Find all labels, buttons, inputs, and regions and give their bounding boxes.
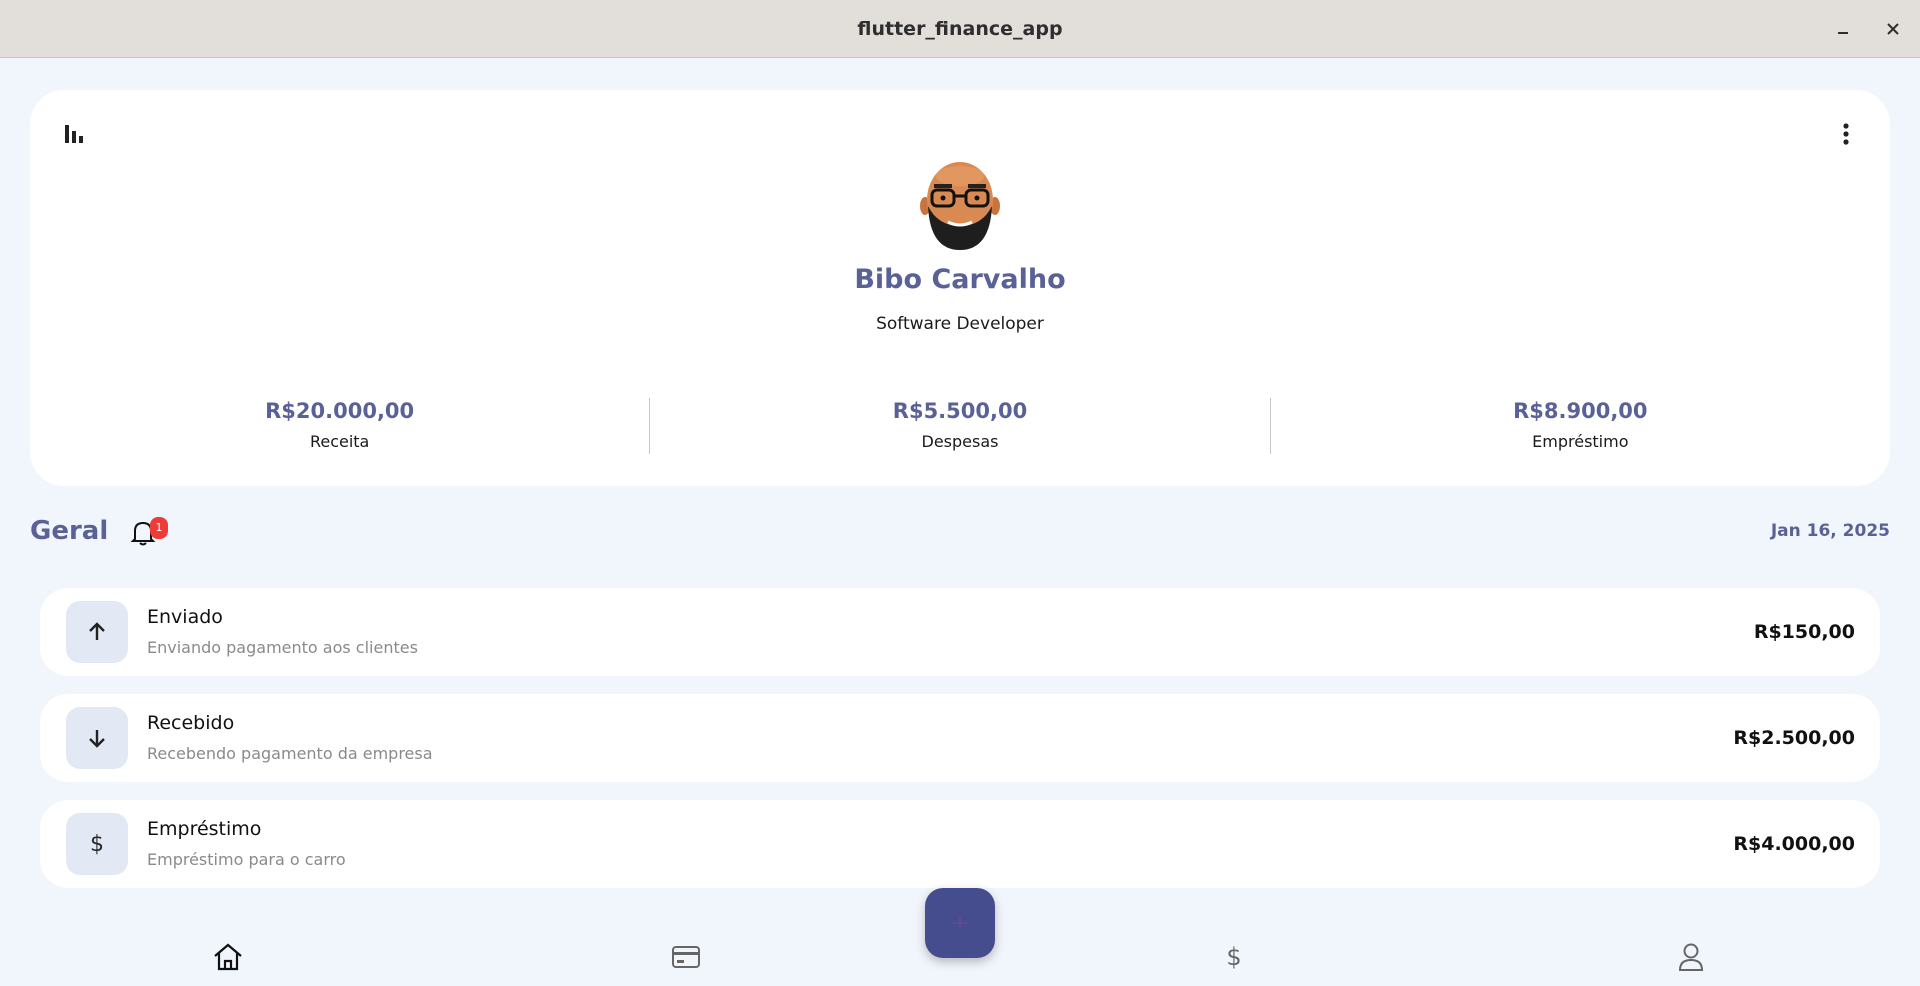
stat-value: R$5.500,00	[892, 399, 1028, 423]
nav-cards[interactable]	[666, 937, 706, 977]
transaction-amount: R$2.500,00	[1733, 727, 1855, 749]
plus-icon	[953, 916, 967, 930]
transaction-title: Recebido	[147, 712, 235, 734]
chart-button[interactable]	[56, 116, 92, 152]
close-button[interactable]	[1878, 14, 1908, 44]
app-body: Bibo Carvalho Software Developer R$20.00…	[0, 59, 1920, 986]
home-icon	[214, 943, 242, 971]
person-icon	[1678, 943, 1704, 971]
stats-row: R$20.000,00 Receita R$5.500,00 Despesas …	[30, 398, 1890, 454]
dollar-icon: $	[1226, 943, 1242, 971]
transaction-amount: R$4.000,00	[1733, 833, 1855, 855]
arrow-down-icon	[66, 707, 128, 769]
transaction-description: Recebendo pagamento da empresa	[147, 744, 433, 763]
close-icon	[1887, 23, 1899, 35]
dollar-icon: $	[66, 813, 128, 875]
card-icon	[672, 946, 700, 968]
notification-badge: 1	[150, 517, 168, 539]
nav-home[interactable]	[208, 937, 248, 977]
bar-chart-icon	[65, 125, 83, 143]
more-options-button[interactable]	[1828, 116, 1864, 152]
user-role: Software Developer	[876, 314, 1044, 334]
minimize-button[interactable]	[1828, 14, 1858, 44]
transaction-title: Enviado	[147, 606, 223, 628]
avatar	[920, 162, 1000, 250]
section-title: Geral	[30, 516, 109, 546]
transaction-title: Empréstimo	[147, 818, 262, 840]
more-vert-icon	[1843, 123, 1849, 145]
transaction-amount: R$150,00	[1753, 621, 1855, 643]
window-titlebar: flutter_finance_app	[0, 0, 1920, 58]
transaction-row[interactable]: $ Empréstimo Empréstimo para o carro R$4…	[40, 800, 1880, 888]
stat-label: Empréstimo	[1532, 432, 1629, 451]
stat-value: R$20.000,00	[265, 399, 415, 423]
profile-card: Bibo Carvalho Software Developer R$20.00…	[30, 90, 1890, 486]
window-title: flutter_finance_app	[857, 17, 1063, 40]
stat-label: Receita	[309, 432, 370, 451]
nav-profile[interactable]	[1671, 937, 1711, 977]
minimize-icon	[1838, 32, 1848, 34]
stat-loan: R$8.900,00 Empréstimo	[1269, 398, 1890, 454]
transaction-row[interactable]: Enviado Enviando pagamento aos clientes …	[40, 588, 1880, 676]
section-header: Geral 1 Jan 16, 2025	[30, 511, 1890, 551]
nav-finance[interactable]: $	[1214, 937, 1254, 977]
user-name: Bibo Carvalho	[854, 264, 1066, 295]
transaction-description: Enviando pagamento aos clientes	[147, 638, 418, 657]
add-button[interactable]	[925, 888, 995, 958]
transaction-row[interactable]: Recebido Recebendo pagamento da empresa …	[40, 694, 1880, 782]
notifications-button[interactable]: 1	[130, 517, 170, 547]
transaction-description: Empréstimo para o carro	[147, 850, 346, 869]
stat-income: R$20.000,00 Receita	[30, 398, 649, 454]
section-date: Jan 16, 2025	[1770, 521, 1890, 541]
arrow-up-icon	[66, 601, 128, 663]
stat-expenses: R$5.500,00 Despesas	[649, 398, 1269, 454]
stat-value: R$8.900,00	[1513, 399, 1648, 423]
stat-label: Despesas	[921, 432, 999, 451]
